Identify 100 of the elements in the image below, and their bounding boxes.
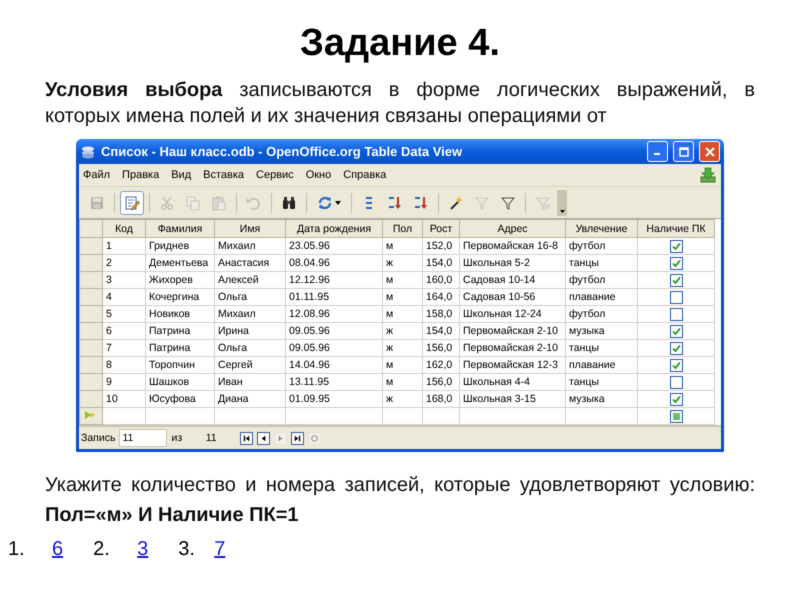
answer-number: 1.: [8, 538, 26, 561]
column-header[interactable]: Наличие ПК: [638, 220, 714, 238]
table-cell: 156,0: [422, 374, 460, 390]
sort-ascending-icon: [387, 194, 403, 210]
record-count: 11: [204, 432, 218, 444]
table-cell: 168,0: [422, 390, 460, 408]
table-cell: футбол: [566, 238, 638, 254]
column-header[interactable]: Пол: [382, 220, 422, 238]
table-cell: Анастасия: [214, 254, 286, 272]
table-cell: 09.05.96: [286, 340, 382, 356]
table-cell: плавание: [566, 356, 638, 374]
table-cell: Школьная 5-2: [460, 254, 566, 272]
column-header[interactable]: Адрес: [460, 220, 566, 238]
checkbox[interactable]: [670, 240, 682, 252]
maximize-icon: [678, 146, 688, 156]
prev-record-button[interactable]: [257, 432, 270, 444]
table-cell: 23.05.96: [286, 238, 382, 254]
record-label: Запись: [81, 432, 116, 444]
column-header[interactable]: Код: [102, 220, 146, 238]
intro-paragraph: Условия выбора записываются в форме логических выражений, в которых имена полей и их значения связаны операциями от: [45, 78, 755, 129]
column-header[interactable]: Фамилия: [146, 220, 214, 238]
answer-link[interactable]: 6: [52, 538, 64, 561]
maximize-button[interactable]: [673, 141, 694, 162]
funnel-icon: [474, 194, 490, 210]
table-cell: Первомайская 2-10: [460, 322, 566, 340]
table-cell: м: [382, 374, 422, 390]
table-cell: м: [382, 288, 422, 306]
checkbox[interactable]: [670, 392, 682, 406]
table-cell: Иван: [214, 374, 286, 390]
column-header[interactable]: Имя: [214, 220, 286, 238]
checkbox[interactable]: [670, 274, 682, 286]
sort-descending-icon: [413, 194, 429, 210]
table-cell: Школьная 4-4: [460, 374, 566, 390]
table-cell: ж: [382, 340, 422, 356]
table-cell: 2: [102, 254, 146, 272]
menu-item[interactable]: Окно: [306, 169, 332, 181]
refresh-icon: [317, 194, 333, 210]
checkbox[interactable]: [670, 324, 682, 338]
menu-item[interactable]: Вид: [171, 169, 192, 181]
table-cell: Первомайская 2-10: [460, 340, 566, 356]
column-header[interactable]: Увлечение: [566, 220, 638, 238]
table-cell: м: [382, 272, 422, 288]
checkbox[interactable]: [670, 410, 682, 422]
table-cell: Школьная 12-24: [460, 306, 566, 322]
table-cell: 156,0: [422, 340, 460, 356]
table-cell: 13.11.95: [286, 374, 382, 390]
table-cell: Юсуфова: [146, 390, 214, 408]
table-cell: 8: [102, 356, 146, 374]
table-cell: м: [382, 238, 422, 254]
table-cell: 10: [102, 390, 146, 408]
checkbox[interactable]: [670, 308, 682, 320]
menu-item[interactable]: Файл: [83, 169, 110, 181]
menu-item[interactable]: Вставка: [203, 169, 244, 181]
table-cell: танцы: [566, 340, 638, 356]
caret-icon: [335, 200, 341, 204]
clipboard-icon: [211, 194, 227, 210]
table-cell: музыка: [566, 322, 638, 340]
checkbox[interactable]: [670, 342, 682, 354]
menu-item[interactable]: Сервис: [256, 169, 294, 181]
table-cell: м: [382, 306, 422, 322]
last-record-button[interactable]: [291, 432, 304, 444]
table-cell: 154,0: [422, 254, 460, 272]
checkbox[interactable]: [670, 358, 682, 372]
column-header[interactable]: Дата рождения: [286, 220, 382, 238]
download-icon[interactable]: [699, 167, 717, 183]
binoculars-icon: [281, 194, 297, 210]
toolbar-overflow-button[interactable]: [557, 190, 567, 216]
app-icon: [80, 144, 96, 160]
table-cell: Первомайская 12-3: [460, 356, 566, 374]
table-cell: 14.04.96: [286, 356, 382, 374]
table-cell: 5: [102, 306, 146, 322]
table-cell: 12.08.96: [286, 306, 382, 322]
table-cell: танцы: [566, 374, 638, 390]
table-cell: 12.12.96: [286, 272, 382, 288]
first-record-button[interactable]: [240, 432, 254, 444]
edit-button[interactable]: [120, 190, 144, 214]
checkbox[interactable]: [670, 290, 682, 304]
table-cell: футбол: [566, 306, 638, 322]
checkbox[interactable]: [670, 376, 682, 388]
answer-link[interactable]: 3: [137, 538, 148, 561]
caret-icon: [560, 210, 564, 212]
table-cell: танцы: [566, 254, 638, 272]
column-header[interactable]: Рост: [422, 220, 460, 238]
magic-wand-icon: [448, 194, 464, 210]
table-cell: Новиков: [146, 306, 214, 322]
minimize-button[interactable]: [647, 141, 668, 162]
slide-title: Задание 4.: [299, 22, 501, 65]
answer-number: 3.: [178, 538, 196, 561]
answer-link[interactable]: 7: [214, 538, 226, 561]
question-paragraph: Укажите количество и номера записей, которые удовлетворяют условию: Пол=«м» И Наличие ПК=1: [45, 473, 755, 528]
menu-item[interactable]: Правка: [122, 169, 160, 181]
record-field[interactable]: 11: [119, 429, 168, 447]
close-button[interactable]: [699, 141, 720, 162]
table-cell: 154,0: [422, 322, 460, 340]
menu-item[interactable]: Справка: [343, 169, 386, 181]
table-cell: м: [382, 356, 422, 374]
copy-icon: [185, 194, 201, 210]
funnel-icon: [535, 194, 551, 210]
table-cell: 9: [102, 374, 146, 390]
checkbox[interactable]: [670, 256, 682, 270]
